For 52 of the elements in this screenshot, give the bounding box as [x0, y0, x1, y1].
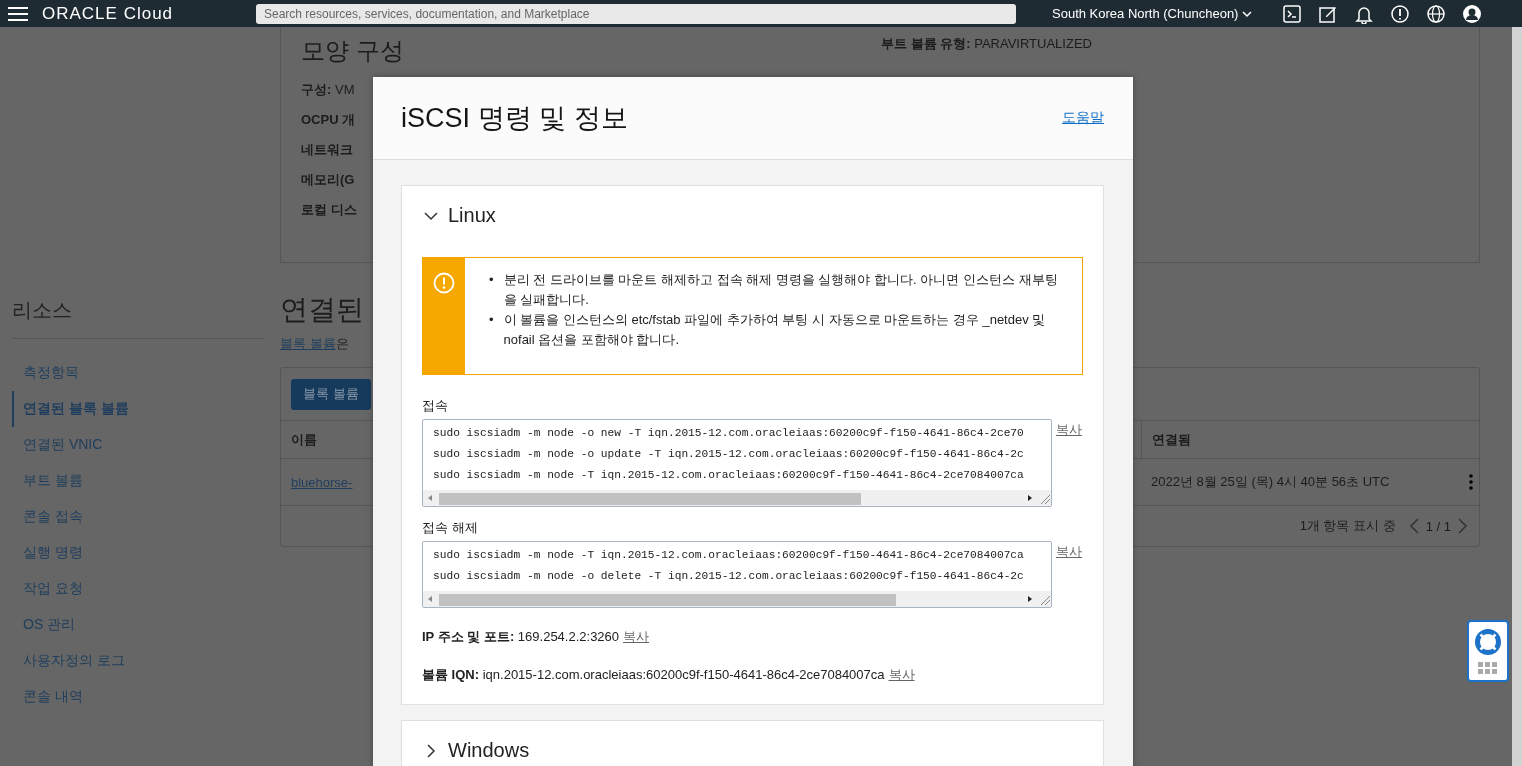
- detail-text: 볼륨 IQN: iqn.2015-12.com.oracleiaas:60200c9f-f150-4641-86c4-2ce7084007ca: [422, 667, 885, 682]
- warning-icon: [433, 272, 455, 294]
- item-count: 1개 항목 표시 중: [1299, 517, 1396, 535]
- search-field[interactable]: Search resources, services, documentation, and Marketplace: [256, 3, 1016, 24]
- dialog-title: iSCSI 명령 및 정보: [401, 102, 628, 135]
- warning-text: 이 볼륨을 인스턴스의 etc/fstab 파일에 추가하여 부팅 시 자동으로 마운트하는 경우 _netdev 및 nofail 옵션을 포함해야 합니다.: [503, 311, 1047, 349]
- copy-link[interactable]: 복사: [1056, 543, 1082, 561]
- scrollbar-thumb[interactable]: [439, 493, 861, 505]
- chevron-icon: [424, 743, 438, 758]
- column-header: 연결됨: [1152, 430, 1191, 449]
- warning-text: 분리 전 드라이브를 마운트 해제하고 접속 해제 명령을 실행해야 합니다. 아니면 인스턴스 재부팅을 실패합니다.: [503, 271, 1059, 309]
- property-text: OCPU 개: [301, 112, 356, 127]
- caret-icon: [1242, 9, 1253, 18]
- scrollbar-thumb[interactable]: [439, 594, 897, 606]
- property-text: 로컬 디스: [301, 202, 357, 217]
- command-field[interactable]: sudo iscsiadm -m node -o new -T iqn.2015-12.com.oracleiaas:60200c9f-f150-4641-86c4-2ce70 sudo iscsiadm -m node -o update -T iqn.2015-12.com.oracleiaas:60200c9f-f150-4641-86c4-2c sudo iscsiadm -m node -T iqn.2015-12.com.oracleiaas:60200c9f-f150-4641-86c4-2ce7084007ca: [422, 419, 1052, 507]
- terminal-icon[interactable]: [1282, 3, 1303, 24]
- section-toggle[interactable]: Windows: [402, 721, 552, 766]
- copy-link[interactable]: 복사: [1056, 421, 1082, 439]
- column-header: 이름: [291, 430, 317, 449]
- region-selector[interactable]: South Korea North (Chuncheon): [1052, 6, 1253, 21]
- page-indicator: 1 / 1: [1425, 518, 1451, 534]
- section-title: 모양 구성: [301, 36, 405, 66]
- section-title: 연결된: [280, 293, 364, 327]
- menu-icon[interactable]: [8, 6, 28, 21]
- avatar-icon[interactable]: [1462, 3, 1483, 24]
- lifebuoy-icon: [1474, 628, 1502, 656]
- property-text: 부트 볼륨 유형: PARAVIRTUALIZED: [881, 36, 1092, 51]
- command-field[interactable]: sudo iscsiadm -m node -T iqn.2015-12.com.oracleiaas:60200c9f-f150-4641-86c4-2ce7084007ca sudo iscsiadm -m node -o delete -T iqn.2015-12.com.oracleiaas:60200c9f-f150-4641-86c4-2c: [422, 541, 1052, 608]
- field-label: 접속 해제: [422, 519, 479, 537]
- scrollbar[interactable]: [1512, 27, 1522, 766]
- bullet: •: [489, 311, 494, 329]
- grid-icon: [1478, 662, 1498, 674]
- intro-text: 은: [335, 336, 349, 351]
- help-icon[interactable]: [1390, 3, 1411, 24]
- field-label: 접속: [422, 397, 449, 415]
- property-text: 메모리(G: [301, 172, 355, 187]
- section-toggle[interactable]: Linux: [402, 186, 518, 245]
- property-text: 구성: VM: [301, 82, 355, 97]
- copy-link[interactable]: 복사: [623, 629, 650, 644]
- attach-button[interactable]: 블록 볼륨: [291, 378, 371, 410]
- bullet: •: [489, 271, 494, 289]
- property-text: 네트워크: [301, 142, 353, 157]
- help-button[interactable]: [1467, 620, 1509, 682]
- detail-text: IP 주소 및 포트: 169.254.2.2:3260: [422, 629, 620, 644]
- kebab-menu-icon[interactable]: [1469, 474, 1473, 490]
- globe-icon[interactable]: [1426, 3, 1447, 24]
- sidebar-title: 리소스: [12, 297, 264, 339]
- help-link[interactable]: 도움말: [1062, 109, 1104, 127]
- table-cell-text: 2022년 8월 25일 (목) 4시 40분 56초 UTC: [1150, 473, 1391, 491]
- logo[interactable]: ORACLE Cloud: [42, 3, 242, 24]
- copy-link[interactable]: 복사: [888, 667, 915, 682]
